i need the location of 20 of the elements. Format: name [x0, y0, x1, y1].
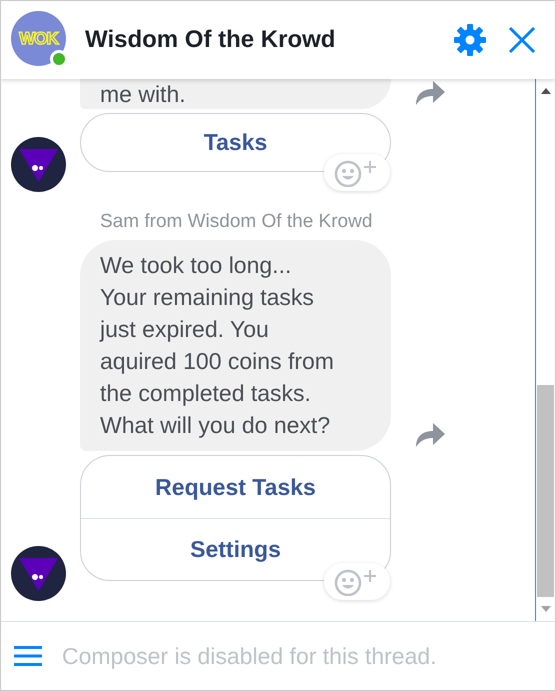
share-icon[interactable] [414, 80, 446, 106]
bot-avatar [11, 546, 66, 601]
window-title: Wisdom Of the Krowd [85, 26, 336, 54]
scroll-down-icon [540, 606, 550, 612]
close-icon[interactable] [508, 26, 536, 54]
reaction-button[interactable] [324, 563, 390, 600]
reaction-button[interactable] [324, 154, 390, 191]
bot-avatar [11, 137, 66, 192]
message-bubble: me with. [80, 79, 391, 109]
quick-reply-button[interactable]: Tasks [81, 114, 390, 171]
scrollbar[interactable] [535, 79, 555, 621]
sender-name: Sam from Wisdom Of the Krowd [100, 210, 374, 234]
menu-icon[interactable] [14, 645, 42, 667]
bot-logo: WOK [11, 11, 66, 66]
settings-icon[interactable] [453, 23, 487, 57]
message-bubble: We took too long... Your remaining tasks just expired. You aquired 100 coins from the completed tasks. What will you do next? [80, 240, 391, 451]
quick-reply-button[interactable]: Request Tasks [81, 456, 390, 518]
scrollbar-thumb[interactable] [537, 385, 554, 597]
share-icon[interactable] [414, 422, 446, 448]
scroll-up-icon [540, 88, 550, 94]
